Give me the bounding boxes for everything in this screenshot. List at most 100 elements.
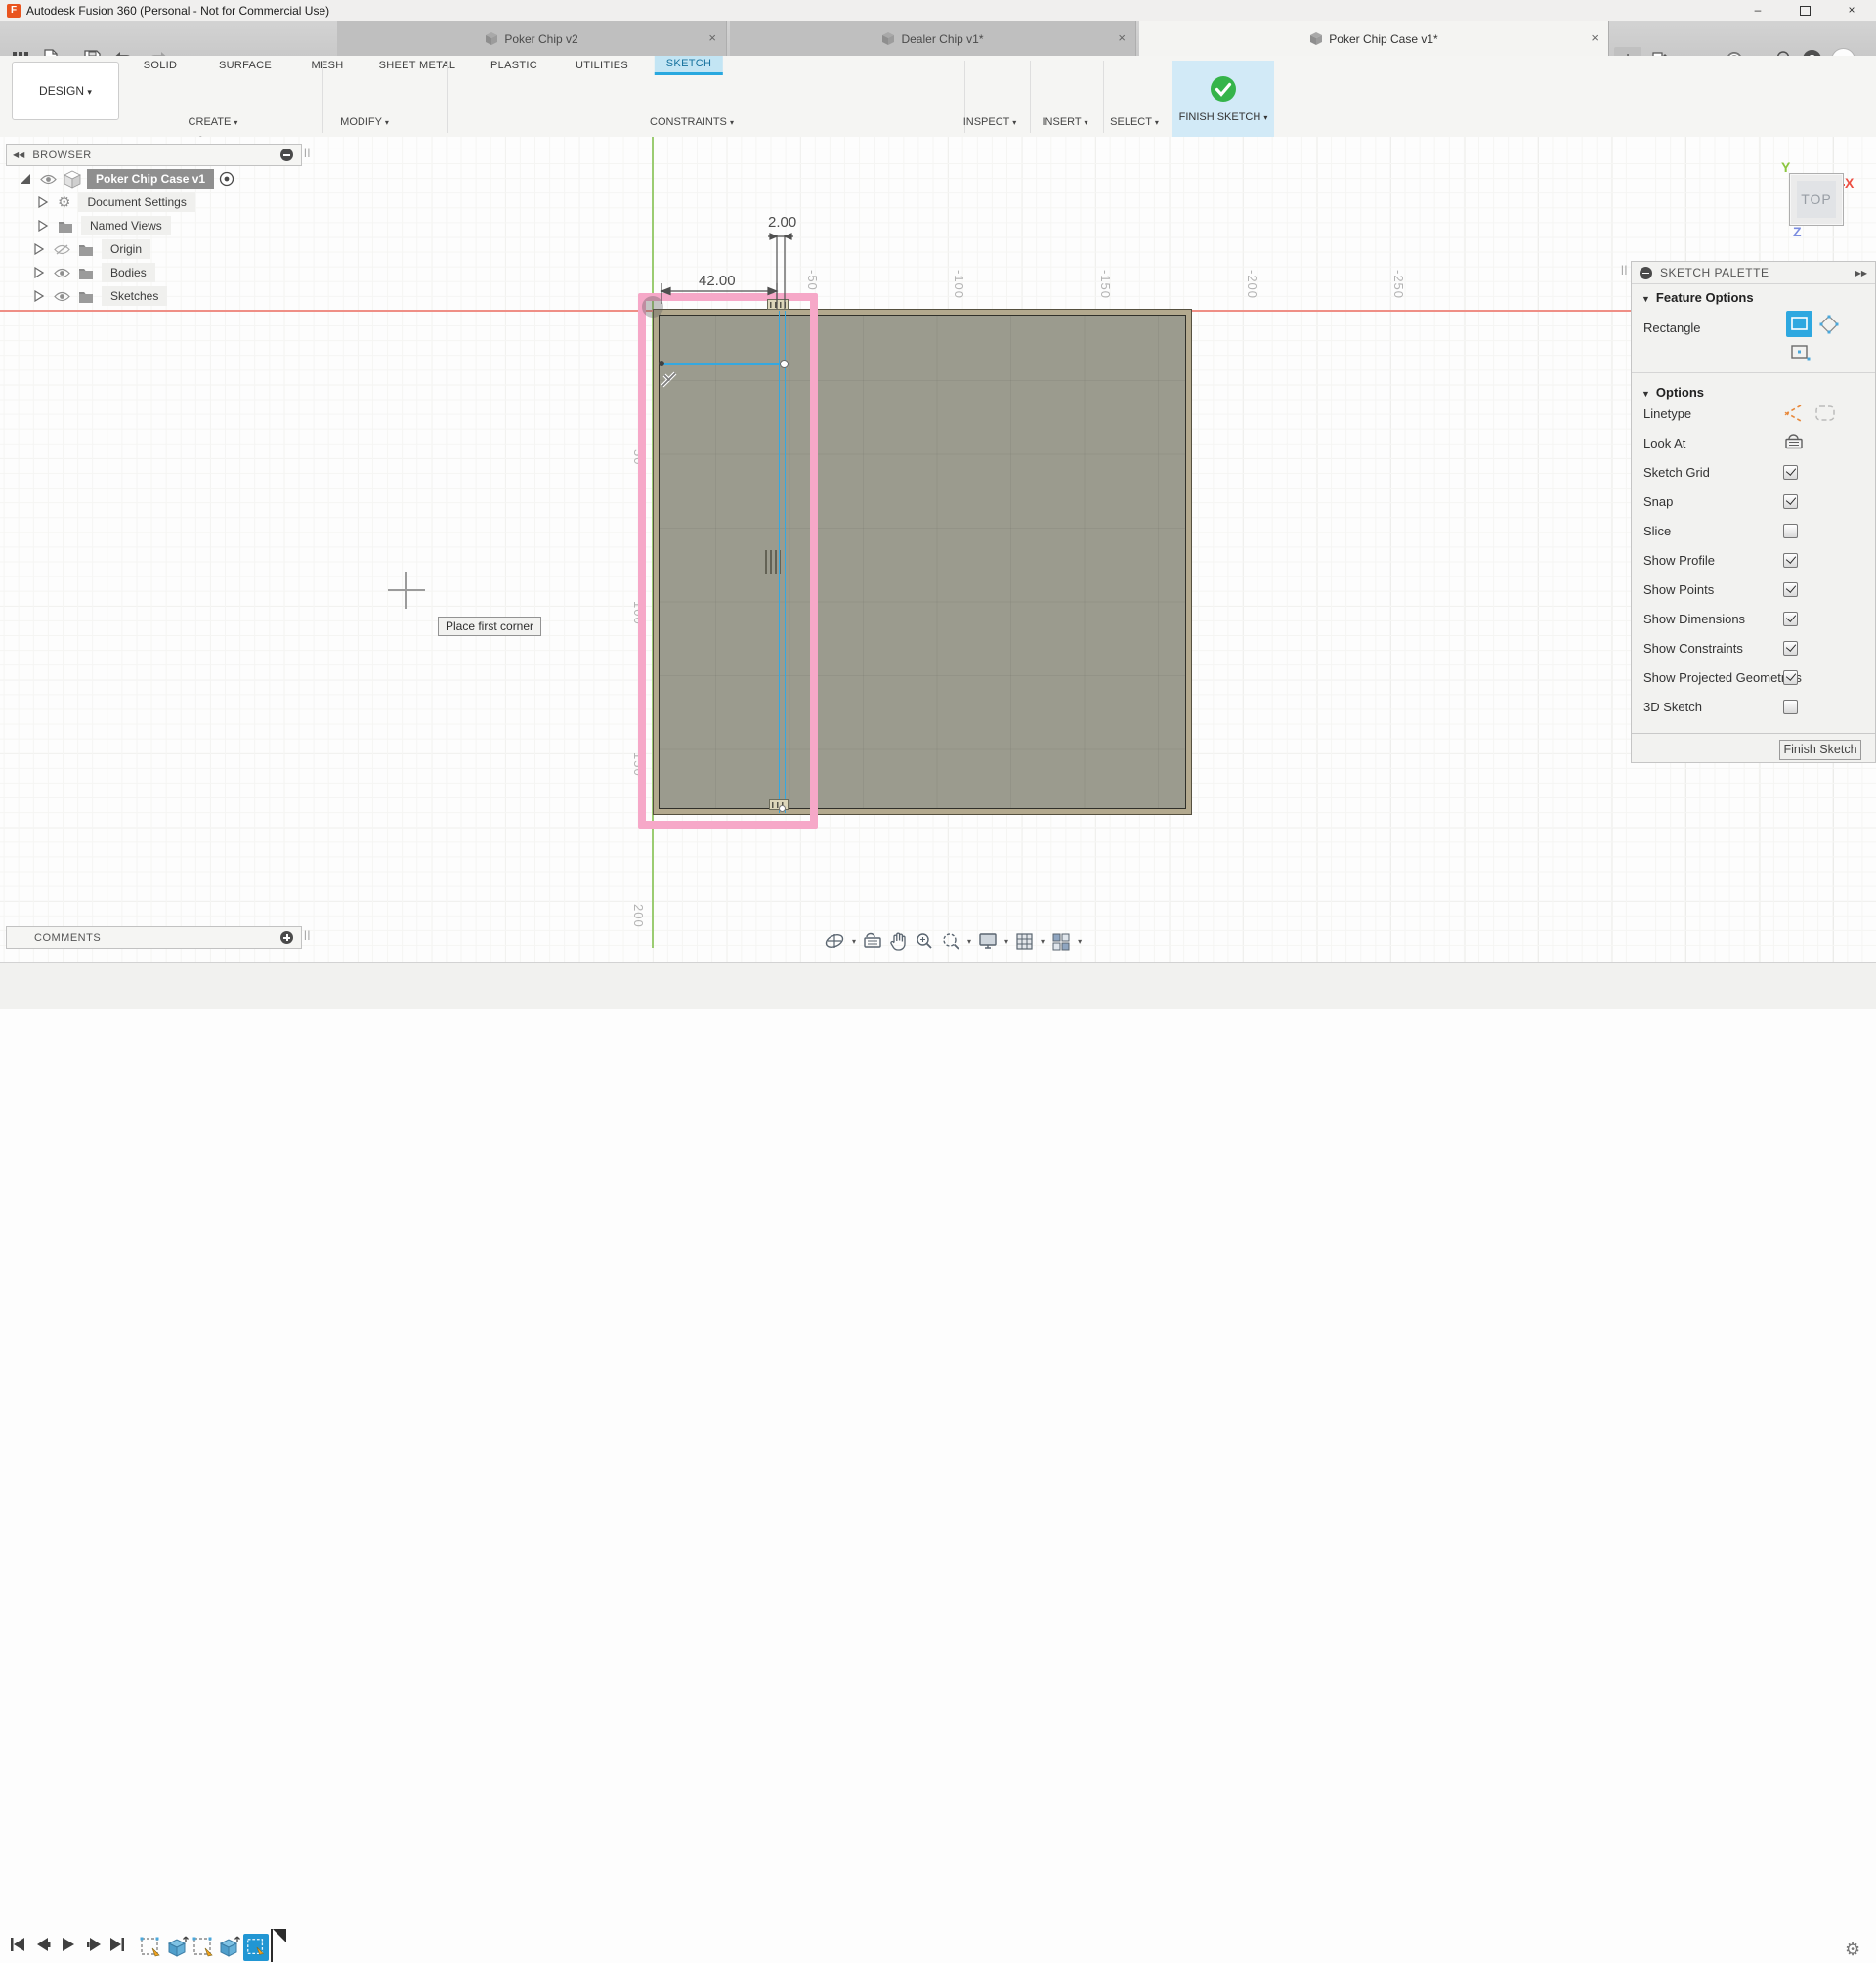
workspace-selector[interactable]: DESIGN ▾ — [12, 62, 119, 120]
timeline-feature-extrude-2[interactable] — [217, 1935, 240, 1960]
timeline-feature-sketch-1[interactable] — [139, 1935, 162, 1960]
group-label-select[interactable]: SELECT ▾ — [1110, 116, 1159, 128]
env-tab-plastic[interactable]: PLASTIC — [479, 56, 549, 75]
sketch-line-vertical-2[interactable] — [784, 311, 786, 813]
sketch-point-bottom[interactable] — [779, 805, 786, 812]
timeline-play-icon[interactable] — [61, 1936, 76, 1953]
close-tab-icon[interactable]: × — [1118, 30, 1126, 45]
palette-option-control[interactable] — [1783, 699, 1798, 714]
palette-expand-icon[interactable]: ▶▶ — [1855, 269, 1867, 277]
construction-linetype-icon[interactable] — [1783, 404, 1805, 423]
document-tab[interactable]: Dealer Chip v1* × — [730, 21, 1136, 56]
collapse-arrow-icon[interactable] — [20, 173, 31, 185]
browser-item-label[interactable]: Named Views — [81, 216, 171, 235]
maximize-button[interactable] — [1784, 0, 1825, 21]
browser-tree-row[interactable]: Named Views — [37, 214, 171, 237]
look-at-icon[interactable] — [863, 932, 882, 950]
checkbox-sketch-grid[interactable] — [1783, 464, 1798, 480]
browser-tree-row[interactable]: Origin — [33, 237, 151, 261]
two-point-rectangle-button[interactable] — [1786, 311, 1812, 337]
zoom-window-icon[interactable] — [941, 931, 960, 951]
group-label-modify[interactable]: MODIFY ▾ — [340, 116, 389, 128]
browser-item-label[interactable]: Sketches — [102, 286, 168, 306]
group-label-insert[interactable]: INSERT ▾ — [1042, 116, 1087, 128]
env-tab-sheet-metal[interactable]: SHEET METAL — [367, 56, 468, 75]
palette-option-control[interactable] — [1783, 640, 1798, 656]
visibility-eye-icon[interactable] — [54, 268, 70, 278]
timeline-marker-flag[interactable] — [273, 1929, 286, 1942]
checkbox-show-dimensions[interactable] — [1783, 611, 1798, 626]
timeline-go-start-icon[interactable] — [10, 1936, 25, 1953]
timeline-feature-sketch-active[interactable] — [243, 1934, 269, 1961]
palette-option-control[interactable] — [1783, 493, 1798, 509]
timeline-step-back-icon[interactable] — [35, 1936, 51, 1953]
timeline-step-forward-icon[interactable] — [86, 1936, 102, 1953]
orbit-caret[interactable]: ▾ — [852, 937, 856, 946]
feature-options-section[interactable]: ▼ Feature Options — [1642, 290, 1754, 305]
zoom-window-caret[interactable]: ▾ — [967, 937, 971, 946]
palette-option-control[interactable] — [1783, 434, 1805, 451]
palette-option-control[interactable] — [1783, 669, 1798, 685]
dimension-width-value[interactable]: 42.00 — [699, 273, 736, 289]
pan-hand-icon[interactable] — [889, 931, 908, 951]
comments-resize-handle[interactable]: || — [304, 930, 311, 941]
env-tab-sketch[interactable]: SKETCH — [654, 56, 724, 75]
look-at-icon[interactable] — [1783, 434, 1805, 451]
comments-bar[interactable]: COMMENTS — [6, 926, 302, 949]
finish-sketch-palette-button[interactable]: Finish Sketch — [1779, 740, 1861, 760]
browser-item-label[interactable]: Bodies — [102, 263, 155, 282]
palette-option-control[interactable] — [1783, 464, 1798, 480]
options-section[interactable]: ▼ Options — [1642, 385, 1704, 400]
timeline-settings-gear-icon[interactable]: ⚙ — [1845, 1940, 1860, 1960]
group-label-create[interactable]: CREATE ▾ — [189, 116, 238, 128]
grid-settings-caret[interactable]: ▾ — [1041, 937, 1045, 946]
checkbox-3d-sketch[interactable] — [1783, 699, 1798, 714]
checkbox-show-projected-geometries[interactable] — [1783, 669, 1798, 685]
close-tab-icon[interactable]: × — [1591, 30, 1599, 45]
close-button[interactable]: × — [1831, 0, 1872, 21]
env-tab-mesh[interactable]: MESH — [300, 56, 356, 75]
close-tab-icon[interactable]: × — [708, 30, 716, 45]
add-comment-icon[interactable] — [280, 931, 293, 944]
palette-minimize-icon[interactable] — [1640, 266, 1652, 279]
palette-option-control[interactable] — [1783, 552, 1798, 568]
viewports-caret[interactable]: ▾ — [1078, 937, 1082, 946]
browser-minimize-icon[interactable] — [280, 149, 293, 161]
browser-item-label[interactable]: Origin — [102, 239, 151, 259]
activate-component-icon[interactable] — [219, 171, 234, 187]
env-tab-utilities[interactable]: UTILITIES — [564, 56, 640, 75]
display-settings-caret[interactable]: ▾ — [1004, 937, 1008, 946]
viewcube-face-label[interactable]: TOP — [1797, 181, 1836, 218]
centerline-linetype-icon[interactable] — [1814, 405, 1836, 422]
env-tab-solid[interactable]: SOLID — [132, 56, 190, 75]
display-settings-icon[interactable] — [978, 932, 998, 950]
visibility-eye-icon[interactable] — [40, 174, 57, 185]
minimize-button[interactable]: – — [1737, 0, 1778, 21]
expand-arrow-icon[interactable] — [33, 267, 44, 278]
browser-resize-handle[interactable]: || — [304, 148, 311, 158]
palette-option-control[interactable] — [1783, 611, 1798, 626]
browser-root-label[interactable]: Poker Chip Case v1 — [87, 169, 215, 189]
palette-option-control[interactable] — [1783, 404, 1836, 423]
browser-tree-row[interactable]: Bodies — [33, 261, 155, 284]
expand-arrow-icon[interactable] — [33, 243, 44, 255]
perpendicular-constraint-badge[interactable] — [659, 369, 678, 389]
timeline-feature-extrude-1[interactable] — [165, 1935, 189, 1960]
browser-header[interactable]: ◀◀ BROWSER — [6, 144, 302, 166]
document-tab[interactable]: Poker Chip Case v1* × — [1139, 21, 1609, 56]
env-tab-surface[interactable]: SURFACE — [207, 56, 283, 75]
orbit-icon[interactable] — [824, 931, 845, 951]
checkbox-slice[interactable] — [1783, 523, 1798, 538]
palette-resize-handle[interactable]: || — [1621, 265, 1628, 276]
three-point-rectangle-button[interactable] — [1819, 315, 1839, 334]
grid-settings-icon[interactable] — [1015, 932, 1034, 951]
checkbox-show-points[interactable] — [1783, 581, 1798, 597]
browser-root-row[interactable]: Poker Chip Case v1 — [20, 167, 234, 191]
expand-arrow-icon[interactable] — [37, 196, 48, 208]
browser-tree-row[interactable]: ⚙ Document Settings — [37, 191, 195, 214]
viewports-icon[interactable] — [1051, 932, 1071, 951]
document-tab[interactable]: Poker Chip v2 × — [337, 21, 727, 56]
group-label-inspect[interactable]: INSPECT ▾ — [963, 116, 1017, 128]
visibility-eye-hidden-icon[interactable] — [54, 243, 70, 255]
zoom-icon[interactable] — [915, 931, 934, 951]
